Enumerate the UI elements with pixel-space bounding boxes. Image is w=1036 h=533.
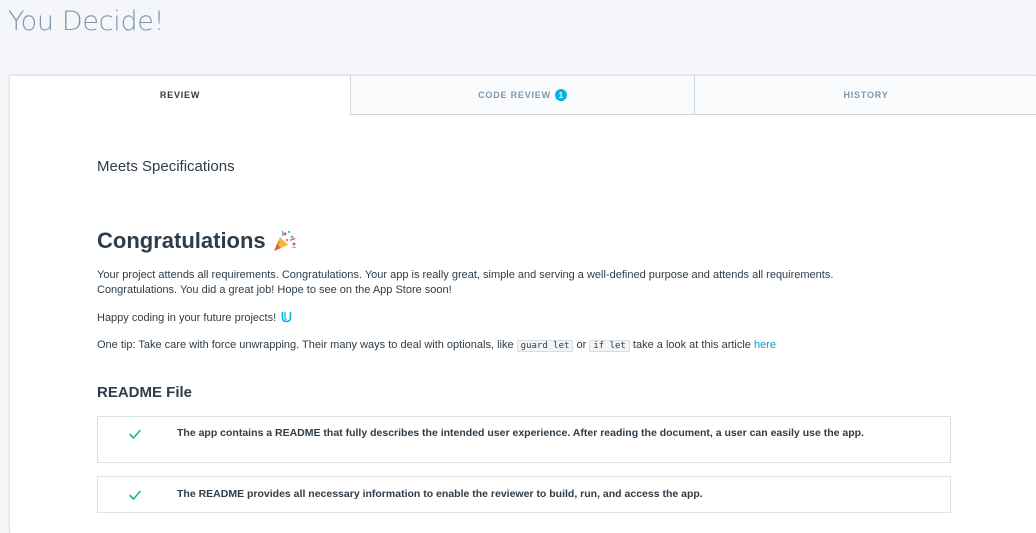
review-paragraph-1: Your project attends all requirements. C…: [97, 269, 834, 296]
tab-history-label: HISTORY: [843, 90, 889, 100]
tab-code-review[interactable]: CODE REVIEW 1: [350, 76, 694, 115]
review-status: Meets Specifications: [97, 158, 235, 175]
rubric-item: The app contains a README that fully des…: [97, 416, 951, 463]
review-paragraph-2: Happy coding in your future projects!: [97, 311, 897, 326]
udacity-logo-icon: [281, 312, 292, 323]
tip-or: or: [576, 339, 587, 351]
tab-bar: REVIEW CODE REVIEW 1 HISTORY: [10, 76, 1036, 116]
tab-review[interactable]: REVIEW: [10, 76, 350, 115]
section-title-readme: README File: [97, 384, 193, 401]
rubric-item-text: The README provides all necessary inform…: [177, 488, 703, 500]
tab-review-label: REVIEW: [159, 90, 201, 100]
tab-code-review-label: CODE REVIEW: [478, 90, 551, 100]
tab-history[interactable]: HISTORY: [694, 76, 1036, 115]
tip-suffix: take a look at this article: [632, 339, 751, 351]
review-tip: One tip: Take care with force unwrapping…: [97, 338, 897, 354]
review-paragraph-2-text: Happy coding in your future projects!: [97, 312, 277, 324]
check-icon: [129, 429, 141, 439]
code-guard-let: guard let: [516, 340, 574, 352]
check-icon: [129, 490, 141, 500]
code-review-count-badge: 1: [554, 89, 567, 101]
review-heading: Congratulations: [97, 228, 298, 254]
code-if-let: if let: [589, 340, 630, 352]
article-link[interactable]: here: [754, 339, 776, 351]
rubric-item: The README provides all necessary inform…: [97, 476, 951, 513]
review-card: REVIEW CODE REVIEW 1 HISTORY Meets Speci…: [9, 75, 1036, 533]
party-popper-icon: [273, 230, 297, 251]
page-title: You Decide!: [8, 6, 165, 37]
tip-prefix: One tip: Take care with force unwrapping…: [97, 339, 514, 351]
rubric-item-text: The app contains a README that fully des…: [177, 427, 864, 439]
review-heading-text: Congratulations: [97, 228, 266, 253]
